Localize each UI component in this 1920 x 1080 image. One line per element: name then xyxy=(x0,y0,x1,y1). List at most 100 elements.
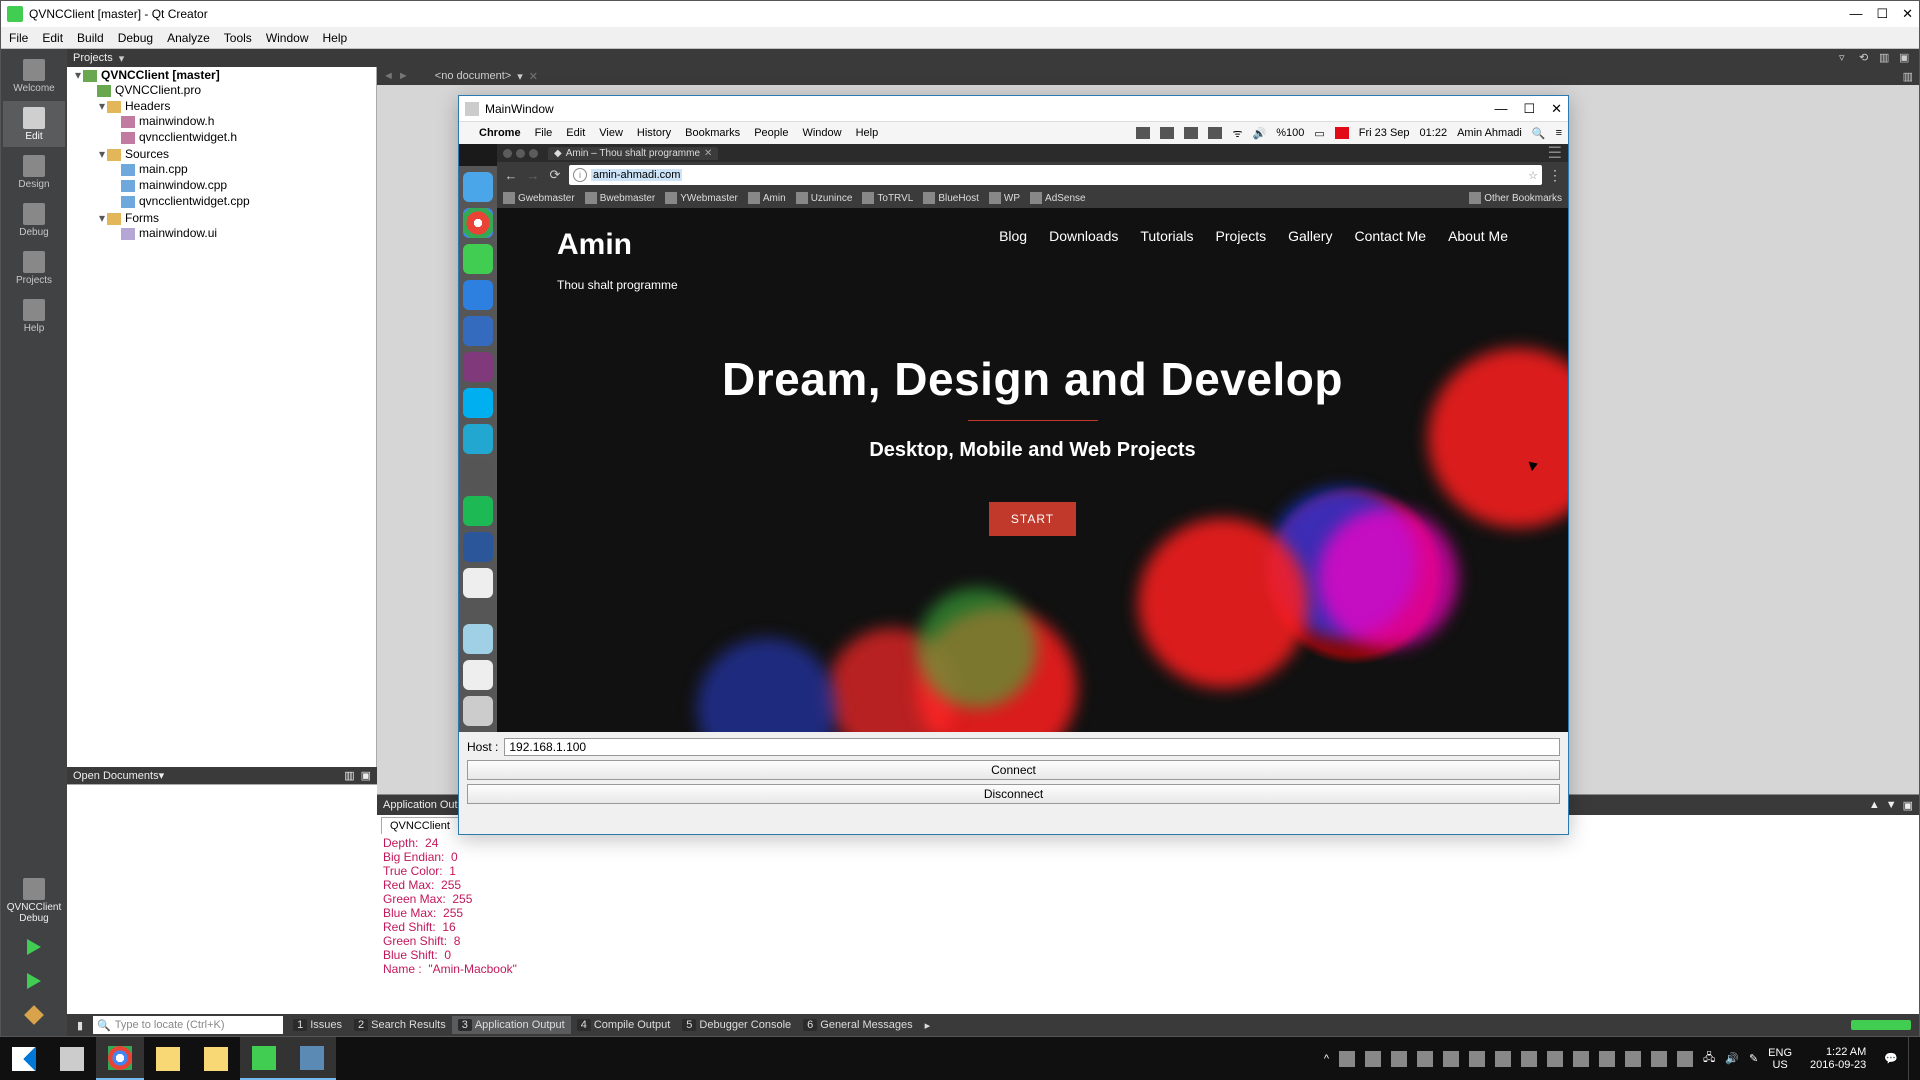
status-search[interactable]: 2Search Results xyxy=(348,1016,452,1034)
dock-app-icon[interactable] xyxy=(463,424,493,454)
disconnect-button[interactable]: Disconnect xyxy=(467,784,1560,804)
taskbar-explorer[interactable] xyxy=(144,1037,192,1080)
taskbar-chrome[interactable] xyxy=(96,1037,144,1080)
tray-icon[interactable] xyxy=(1365,1051,1381,1067)
nav-tutorials[interactable]: Tutorials xyxy=(1140,228,1193,244)
dock-qt-icon[interactable] xyxy=(463,244,493,274)
tree-pro[interactable]: QVNCClient.pro xyxy=(115,83,201,97)
tree-file[interactable]: mainwindow.ui xyxy=(139,226,217,240)
close-button[interactable]: ✕ xyxy=(1551,101,1562,117)
mode-projects[interactable]: Projects xyxy=(3,245,65,291)
tree-sources[interactable]: Sources xyxy=(125,147,169,161)
start-button[interactable]: START xyxy=(989,502,1076,536)
status-more-icon[interactable]: ▸ xyxy=(919,1016,937,1034)
dock-finder-icon[interactable] xyxy=(463,172,493,202)
menu-tools[interactable]: Tools xyxy=(224,31,252,45)
menu-build[interactable]: Build xyxy=(77,31,104,45)
menu-file[interactable]: File xyxy=(9,31,28,45)
chrome-tab[interactable]: ◆Amin – Thou shalt programme✕ xyxy=(548,147,718,160)
tree-forms[interactable]: Forms xyxy=(125,211,159,225)
mode-debug[interactable]: Debug xyxy=(3,197,65,243)
expander-icon[interactable]: ▾ xyxy=(97,211,107,225)
nav-back-icon[interactable]: ◄ xyxy=(383,70,394,82)
mac-menu-edit[interactable]: Edit xyxy=(566,127,585,139)
action-center-icon[interactable]: 💬 xyxy=(1884,1052,1898,1065)
tree-file[interactable]: qvncclientwidget.cpp xyxy=(139,194,250,208)
dock-appstore-icon[interactable] xyxy=(463,316,493,346)
run-button[interactable] xyxy=(19,932,49,962)
tree-headers[interactable]: Headers xyxy=(125,99,170,113)
status-issues[interactable]: 1Issues xyxy=(287,1016,348,1034)
spotlight-icon[interactable]: 🔍 xyxy=(1532,127,1546,140)
mac-menu-bookmarks[interactable]: Bookmarks xyxy=(685,127,740,139)
projects-label[interactable]: Projects xyxy=(73,52,113,64)
max-traffic-icon[interactable] xyxy=(529,149,538,158)
network-icon[interactable]: 🖧 xyxy=(1703,1049,1715,1068)
nav-about[interactable]: About Me xyxy=(1448,228,1508,244)
taskview-button[interactable] xyxy=(48,1037,96,1080)
status-app-output[interactable]: 3Application Output xyxy=(452,1016,571,1034)
dock-safari-icon[interactable] xyxy=(463,280,493,310)
bookmark-item[interactable]: Gwebmaster xyxy=(503,192,575,204)
dock-file-icon[interactable] xyxy=(463,660,493,690)
start-button[interactable] xyxy=(0,1037,48,1080)
close-button[interactable]: ✕ xyxy=(1902,6,1913,22)
nav-fwd-icon[interactable]: ► xyxy=(398,70,409,82)
chevron-down-icon[interactable]: ▾ xyxy=(119,52,125,65)
mac-menu-file[interactable]: File xyxy=(535,127,553,139)
menu-edit[interactable]: Edit xyxy=(42,31,63,45)
site-info-icon[interactable]: i xyxy=(573,168,587,182)
mac-menu-help[interactable]: Help xyxy=(856,127,879,139)
output-tab[interactable]: QVNCClient xyxy=(381,817,459,834)
tray-icon[interactable] xyxy=(1417,1051,1433,1067)
connect-button[interactable]: Connect xyxy=(467,760,1560,780)
locator-input[interactable]: 🔍Type to locate (Ctrl+K) xyxy=(93,1016,283,1034)
chrome-menu-icon[interactable]: ⋮ xyxy=(1548,167,1562,184)
close-tab-icon[interactable]: ✕ xyxy=(704,148,712,159)
profile-icon[interactable]: ☰ xyxy=(1548,143,1562,163)
nav-down-icon[interactable]: ▼ xyxy=(1886,799,1897,812)
notifications-icon[interactable]: ≡ xyxy=(1556,127,1562,139)
tray-icon[interactable] xyxy=(1391,1051,1407,1067)
nav-contact[interactable]: Contact Me xyxy=(1354,228,1426,244)
nav-gallery[interactable]: Gallery xyxy=(1288,228,1332,244)
minimize-button[interactable]: — xyxy=(1849,6,1862,22)
close-panel-icon[interactable]: ▣ xyxy=(1899,51,1913,65)
volume-icon[interactable]: 🔊 xyxy=(1253,127,1267,140)
close-doc-icon[interactable]: ✕ xyxy=(529,70,538,83)
tray-icon[interactable] xyxy=(1469,1051,1485,1067)
dock-app-icon[interactable] xyxy=(463,568,493,598)
tree-file[interactable]: mainwindow.h xyxy=(139,114,214,128)
minimize-button[interactable]: — xyxy=(1494,101,1507,117)
maximize-button[interactable]: ☐ xyxy=(1876,6,1888,22)
run-debug-button[interactable] xyxy=(19,966,49,996)
tray-icon[interactable] xyxy=(1136,127,1150,139)
mode-design[interactable]: Design xyxy=(3,149,65,195)
language-indicator[interactable]: ENGUS xyxy=(1768,1047,1792,1071)
tray-icon[interactable] xyxy=(1160,127,1174,139)
bookmark-item[interactable]: AdSense xyxy=(1030,192,1086,204)
taskbar-qtcreator[interactable] xyxy=(240,1037,288,1080)
mac-menu-window[interactable]: Window xyxy=(802,127,841,139)
tree-root[interactable]: QVNCClient [master] xyxy=(101,68,220,82)
tray-overflow-icon[interactable]: ^ xyxy=(1324,1053,1329,1065)
expander-icon[interactable]: ▾ xyxy=(97,99,107,113)
mac-menu-people[interactable]: People xyxy=(754,127,788,139)
bookmark-item[interactable]: ToTRVL xyxy=(862,192,913,204)
back-button[interactable]: ← xyxy=(503,168,519,183)
mac-menu-history[interactable]: History xyxy=(637,127,671,139)
build-button[interactable] xyxy=(19,1000,49,1030)
bookmark-item[interactable]: YWebmaster xyxy=(665,192,738,204)
tray-icon[interactable] xyxy=(1184,127,1198,139)
mac-date[interactable]: Fri 23 Sep xyxy=(1359,127,1410,139)
close-traffic-icon[interactable] xyxy=(503,149,512,158)
tray-icon[interactable] xyxy=(1599,1051,1615,1067)
tray-icon[interactable] xyxy=(1573,1051,1589,1067)
flag-icon[interactable] xyxy=(1335,127,1349,139)
bookmark-item[interactable]: BlueHost xyxy=(923,192,979,204)
tray-icon[interactable] xyxy=(1625,1051,1641,1067)
min-traffic-icon[interactable] xyxy=(516,149,525,158)
tray-icon[interactable] xyxy=(1547,1051,1563,1067)
menu-help[interactable]: Help xyxy=(323,31,348,45)
taskbar-explorer[interactable] xyxy=(192,1037,240,1080)
